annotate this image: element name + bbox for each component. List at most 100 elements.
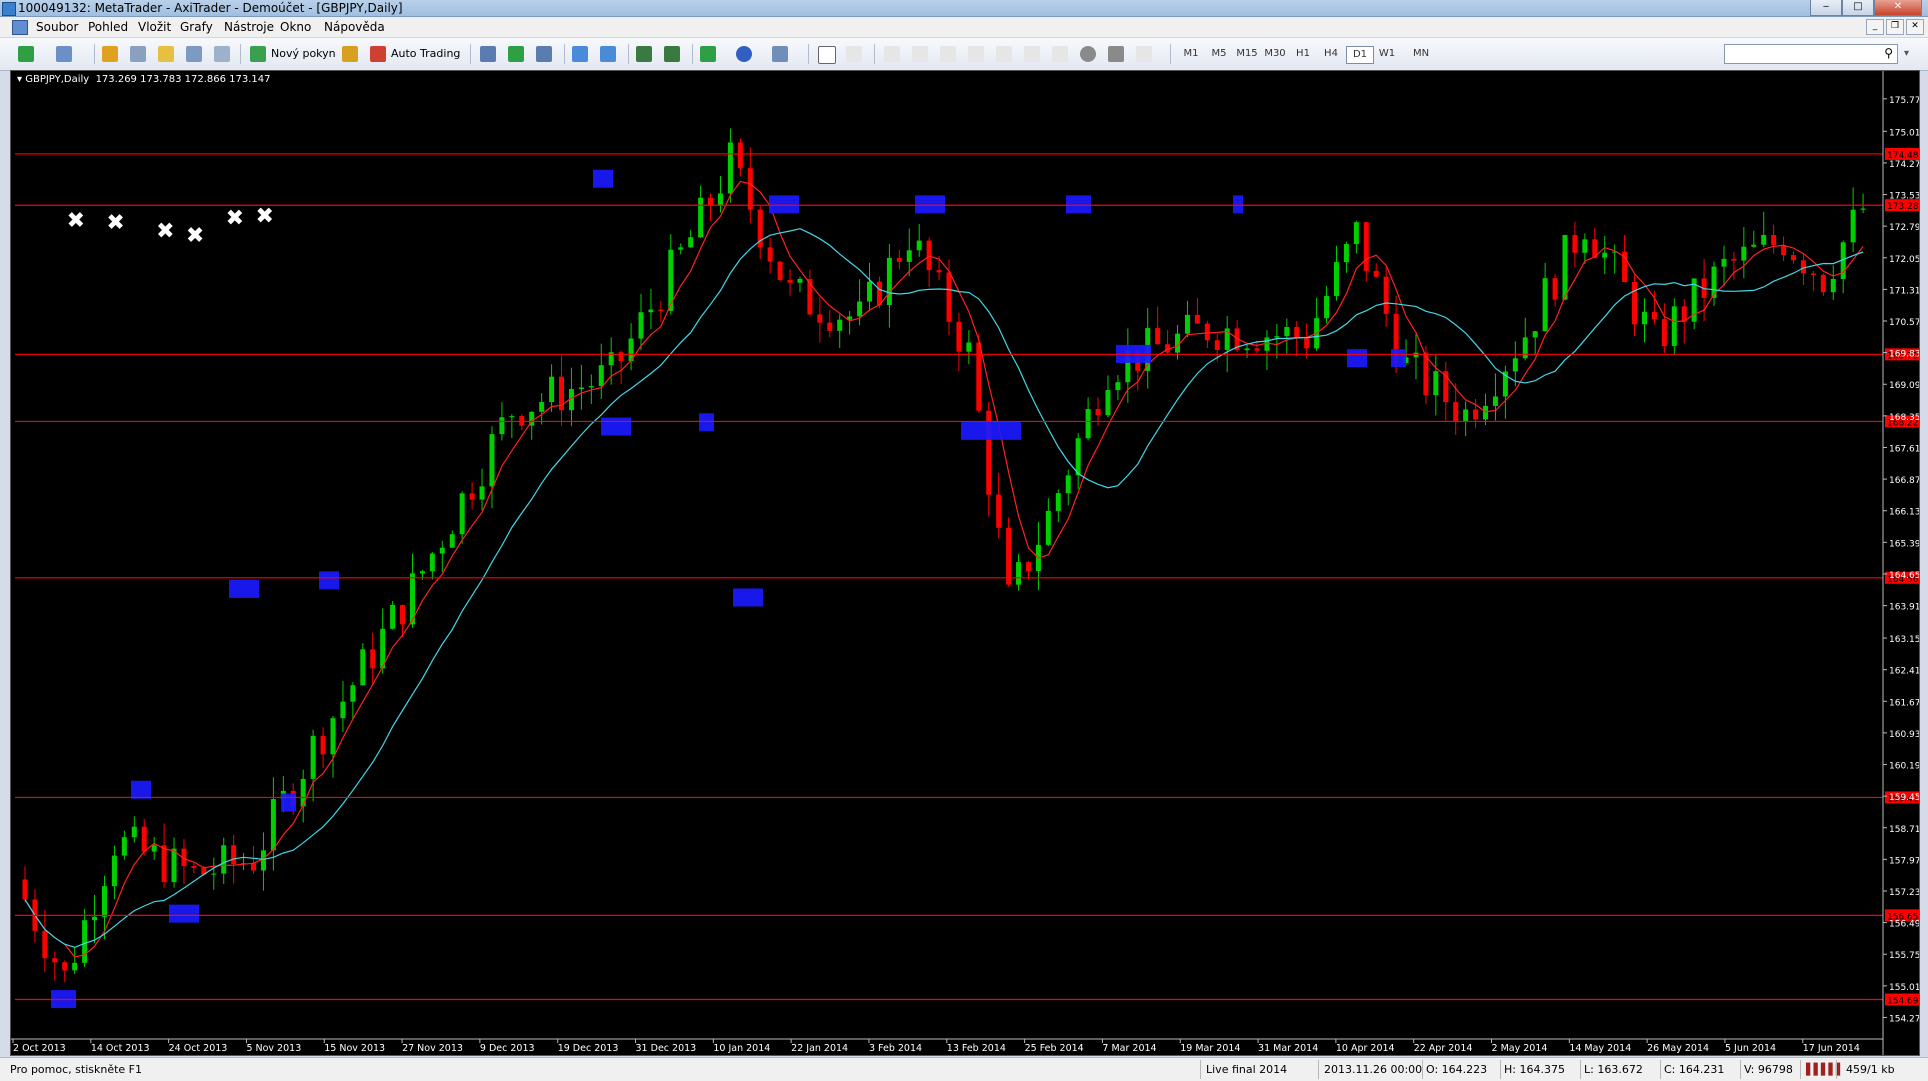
- arrows-icon[interactable]: [1136, 46, 1152, 62]
- candle: [1830, 265, 1836, 300]
- ellipse-icon[interactable]: [1080, 46, 1096, 62]
- menu-soubor[interactable]: Soubor: [36, 20, 78, 34]
- auto-trading-icon[interactable]: [370, 46, 386, 62]
- mdi-close-button[interactable]: ✕: [1906, 19, 1924, 35]
- chart-area[interactable]: ▾ GBPJPY,Daily 173.269 173.783 172.866 1…: [10, 70, 1920, 1056]
- candle: [489, 426, 495, 509]
- chart-shift-icon[interactable]: [664, 46, 680, 62]
- price-chart[interactable]: 174.480173.280169.799168.220164.560159.4…: [11, 71, 1919, 1055]
- mdi-minimize-button[interactable]: _: [1866, 19, 1884, 35]
- profiles-icon[interactable]: [56, 46, 72, 62]
- candle-body: [459, 493, 465, 535]
- candle: [72, 947, 78, 975]
- tf-w1[interactable]: W1: [1374, 46, 1400, 62]
- market-watch-icon[interactable]: [102, 46, 118, 62]
- candle-body: [1204, 323, 1210, 341]
- candle: [966, 330, 972, 365]
- mdi-restore-button[interactable]: ❐: [1886, 19, 1904, 35]
- toolbar-options-icon[interactable]: ▾: [1904, 48, 1909, 59]
- metaeditor-icon[interactable]: [342, 46, 358, 62]
- vertical-line-icon[interactable]: [884, 46, 900, 62]
- tf-d1[interactable]: D1: [1346, 46, 1374, 64]
- rectangle-icon[interactable]: [1108, 46, 1124, 62]
- y-tick-label: 171.310: [1889, 286, 1919, 296]
- close-button[interactable]: ✕: [1874, 0, 1922, 16]
- tf-mn[interactable]: MN: [1408, 46, 1434, 62]
- x-tick-label: 5 Nov 2013: [246, 1043, 301, 1054]
- candle-body: [837, 319, 843, 331]
- search-input[interactable]: ⚲: [1724, 44, 1898, 64]
- candle: [1055, 489, 1061, 523]
- auto-scroll-icon[interactable]: [636, 46, 652, 62]
- new-chart-icon[interactable]: [18, 46, 34, 62]
- y-tick-label: 164.650: [1889, 571, 1919, 581]
- tf-m15[interactable]: M15: [1234, 46, 1260, 62]
- strategy-tester-icon[interactable]: [214, 46, 230, 62]
- candle-body: [400, 604, 406, 625]
- periods-icon[interactable]: [736, 46, 752, 62]
- candle: [1224, 316, 1230, 373]
- zoom-out-icon[interactable]: [600, 46, 616, 62]
- candle: [1184, 300, 1190, 338]
- candle-body: [1860, 208, 1866, 210]
- horizontal-line-icon[interactable]: [912, 46, 928, 62]
- menu-napoveda[interactable]: Nápověda: [324, 20, 385, 34]
- text-icon[interactable]: [1024, 46, 1040, 62]
- menu-nastroje[interactable]: Nástroje: [224, 20, 274, 34]
- candlestick-icon[interactable]: [508, 46, 524, 62]
- menu-grafy[interactable]: Grafy: [180, 20, 213, 34]
- tf-m5[interactable]: M5: [1206, 46, 1232, 62]
- bar-chart-icon[interactable]: [480, 46, 496, 62]
- zoom-in-icon[interactable]: [572, 46, 588, 62]
- auto-trading-button[interactable]: Auto Trading: [391, 44, 460, 64]
- cursor-icon[interactable]: [818, 46, 836, 64]
- maximize-button[interactable]: □: [1842, 0, 1874, 16]
- menu-pohled[interactable]: Pohled: [88, 20, 128, 34]
- candle-body: [1651, 311, 1657, 320]
- new-order-icon[interactable]: [250, 46, 266, 62]
- candle: [767, 237, 773, 274]
- new-order-button[interactable]: Nový pokyn: [271, 44, 336, 64]
- tf-m1[interactable]: M1: [1178, 46, 1204, 62]
- menu-okno[interactable]: Okno: [280, 20, 311, 34]
- candle-body: [251, 863, 257, 871]
- candle: [1721, 245, 1727, 286]
- price-zone: [281, 793, 296, 812]
- fibonacci-icon[interactable]: [996, 46, 1012, 62]
- tf-h4[interactable]: H4: [1318, 46, 1344, 62]
- x-tick-label: 9 Dec 2013: [480, 1043, 535, 1054]
- data-window-icon[interactable]: [130, 46, 146, 62]
- navigator-icon[interactable]: [158, 46, 174, 62]
- candle-body: [1532, 331, 1538, 338]
- candle-body: [151, 845, 157, 852]
- candle: [1850, 187, 1856, 252]
- templates-icon[interactable]: [772, 46, 788, 62]
- terminal-icon[interactable]: [186, 46, 202, 62]
- tf-m30[interactable]: M30: [1262, 46, 1288, 62]
- candle: [807, 269, 813, 316]
- candle: [1443, 362, 1449, 421]
- candle: [1771, 224, 1777, 254]
- candle: [1025, 560, 1031, 580]
- trendline-icon[interactable]: [940, 46, 956, 62]
- text-label-icon[interactable]: [1052, 46, 1068, 62]
- minimize-button[interactable]: ‒: [1810, 0, 1842, 16]
- crosshair-icon[interactable]: [846, 46, 862, 62]
- indicators-icon[interactable]: [700, 46, 716, 62]
- price-zone: [131, 780, 151, 799]
- candle: [1761, 211, 1767, 248]
- y-tick-label: 167.610: [1889, 444, 1919, 454]
- connection-bars-icon: ▌▌▌▌▌: [1806, 1063, 1844, 1076]
- status-datetime: 2013.11.26 00:00: [1324, 1063, 1423, 1076]
- candle: [1204, 320, 1210, 348]
- candle: [757, 205, 763, 259]
- menu-vlozit[interactable]: Vložit: [138, 20, 171, 34]
- line-chart-icon[interactable]: [536, 46, 552, 62]
- candle: [1463, 401, 1469, 437]
- equidistant-channel-icon[interactable]: [968, 46, 984, 62]
- chart-window-icon: [12, 20, 28, 35]
- tf-h1[interactable]: H1: [1290, 46, 1316, 62]
- candle: [986, 401, 992, 517]
- candle: [727, 128, 733, 203]
- candle-body: [549, 376, 555, 403]
